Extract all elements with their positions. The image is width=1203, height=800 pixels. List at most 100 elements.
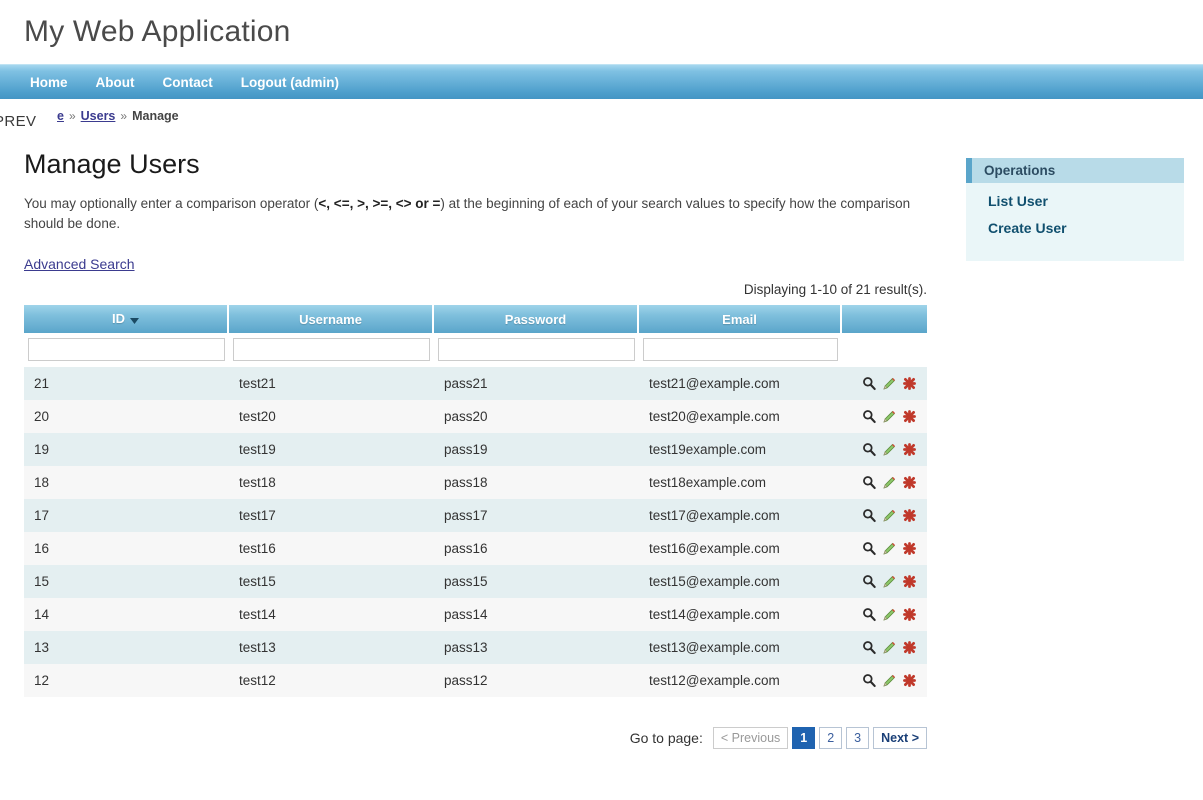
app-header: My Web Application [0,0,1203,64]
cell-username: test16 [229,532,434,565]
table-header: ID Username Password Email [24,305,927,333]
view-icon[interactable] [862,376,878,392]
nav-item-about[interactable]: About [96,75,135,90]
delete-icon[interactable] [902,409,918,425]
nav-item-home[interactable]: Home [30,75,68,90]
cell-email: test18example.com [639,466,842,499]
table-row: 15 test15 pass15 test15@example.com [24,565,927,598]
help-text-operators: <, <=, >, >=, <> or = [318,196,441,211]
cell-username: test20 [229,400,434,433]
delete-icon[interactable] [902,475,918,491]
update-icon[interactable] [882,574,898,590]
delete-icon[interactable] [902,376,918,392]
prev-overlay-label: PREV [0,113,37,130]
operations-portlet-header: Operations [966,158,1184,183]
delete-icon[interactable] [902,673,918,689]
view-icon[interactable] [862,673,878,689]
breadcrumb-item-users[interactable]: Users [81,109,116,123]
cell-actions [842,598,927,631]
cell-email: test12@example.com [639,664,842,697]
update-icon[interactable] [882,442,898,458]
column-header-email[interactable]: Email [639,305,842,333]
delete-icon[interactable] [902,442,918,458]
delete-icon[interactable] [902,541,918,557]
filter-row [24,333,927,367]
view-icon[interactable] [862,541,878,557]
delete-icon[interactable] [902,607,918,623]
update-icon[interactable] [882,376,898,392]
pagination: < Previous 1 2 3 Next > [712,727,927,749]
pagination-page-1[interactable]: 1 [792,727,816,749]
breadcrumb-separator: » [68,109,76,123]
view-icon[interactable] [862,442,878,458]
update-icon[interactable] [882,409,898,425]
pagination-container: Go to page: < Previous 1 2 3 Next > [24,727,927,749]
column-header-password[interactable]: Password [434,305,639,333]
search-help-text: You may optionally enter a comparison op… [24,194,929,234]
cell-password: pass17 [434,499,639,532]
sidebar-item-list-user[interactable]: List User [988,193,1184,209]
table-header-row: ID Username Password Email [24,305,927,333]
filter-input-email[interactable] [643,338,838,361]
cell-id: 17 [24,499,229,532]
delete-icon[interactable] [902,508,918,524]
view-icon[interactable] [862,475,878,491]
cell-id: 12 [24,664,229,697]
help-text-pre: You may optionally enter a comparison op… [24,196,319,211]
view-icon[interactable] [862,508,878,524]
cell-username: test12 [229,664,434,697]
pagination-page-3[interactable]: 3 [846,727,870,749]
column-header-username[interactable]: Username [229,305,434,333]
cell-password: pass13 [434,631,639,664]
cell-password: pass12 [434,664,639,697]
cell-username: test21 [229,367,434,400]
update-icon[interactable] [882,640,898,656]
delete-icon[interactable] [902,640,918,656]
breadcrumb-item-home[interactable]: e [57,109,64,123]
filter-cell-username [229,333,434,367]
update-icon[interactable] [882,607,898,623]
filter-input-username[interactable] [233,338,430,361]
cell-username: test18 [229,466,434,499]
update-icon[interactable] [882,541,898,557]
operations-portlet-title: Operations [984,163,1056,178]
table-row: 19 test19 pass19 test19example.com [24,433,927,466]
cell-actions [842,631,927,664]
cell-email: test21@example.com [639,367,842,400]
view-icon[interactable] [862,574,878,590]
cell-id: 18 [24,466,229,499]
cell-username: test13 [229,631,434,664]
cell-email: test20@example.com [639,400,842,433]
view-icon[interactable] [862,607,878,623]
table-row: 13 test13 pass13 test13@example.com [24,631,927,664]
nav-item-contact[interactable]: Contact [163,75,213,90]
cell-actions [842,433,927,466]
cell-id: 21 [24,367,229,400]
delete-icon[interactable] [902,574,918,590]
filter-cell-password [434,333,639,367]
filter-input-id[interactable] [28,338,225,361]
table-row: 14 test14 pass14 test14@example.com [24,598,927,631]
nav-item-logout[interactable]: Logout (admin) [241,75,339,90]
advanced-search-link[interactable]: Advanced Search [24,256,135,272]
update-icon[interactable] [882,508,898,524]
pagination-previous[interactable]: < Previous [712,727,789,749]
cell-password: pass21 [434,367,639,400]
cell-id: 19 [24,433,229,466]
cell-actions [842,499,927,532]
column-header-id[interactable]: ID [24,305,229,333]
view-icon[interactable] [862,409,878,425]
pagination-page-2[interactable]: 2 [819,727,843,749]
cell-username: test19 [229,433,434,466]
filter-input-password[interactable] [438,338,635,361]
cell-actions [842,565,927,598]
table-row: 20 test20 pass20 test20@example.com [24,400,927,433]
cell-password: pass19 [434,433,639,466]
update-icon[interactable] [882,673,898,689]
pagination-next[interactable]: Next > [873,727,927,749]
sidebar-item-create-user[interactable]: Create User [988,220,1184,236]
cell-id: 20 [24,400,229,433]
cell-password: pass15 [434,565,639,598]
update-icon[interactable] [882,475,898,491]
view-icon[interactable] [862,640,878,656]
